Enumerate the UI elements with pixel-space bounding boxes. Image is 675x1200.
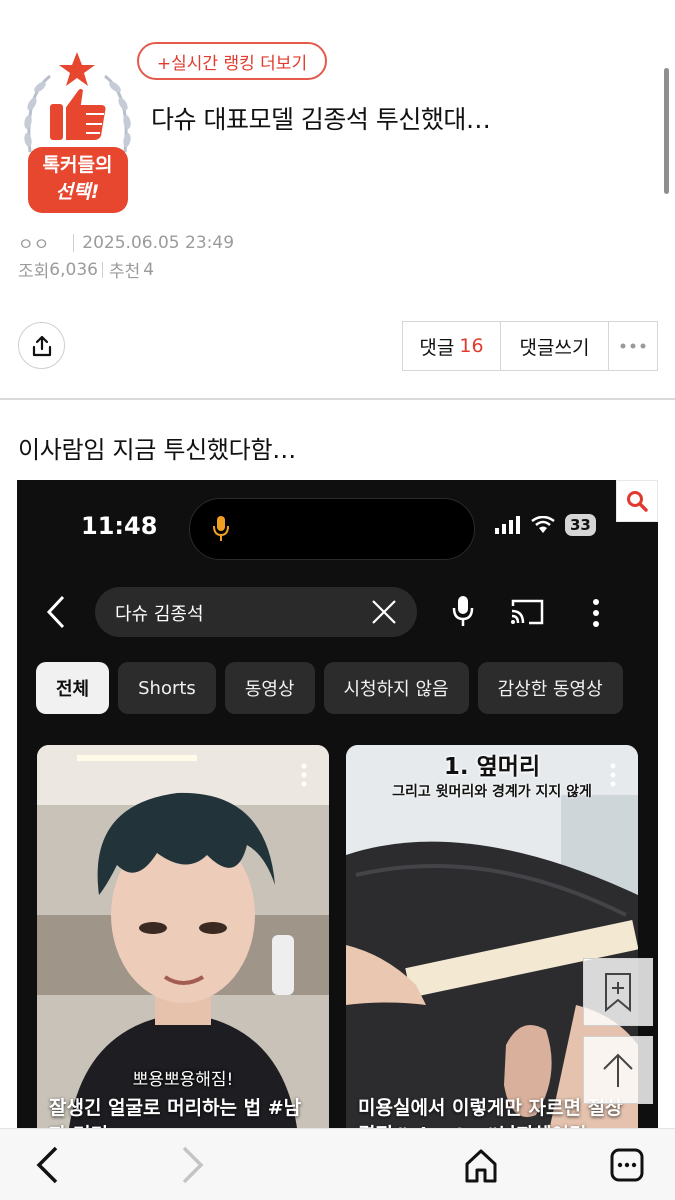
chip-videos: 동영상 xyxy=(224,662,315,714)
post-title: 다슈 대표모델 김종석 투신했대… xyxy=(151,105,491,134)
more-dots-icon xyxy=(620,343,646,349)
badge-line2: 선택! xyxy=(55,181,100,203)
home-icon[interactable] xyxy=(463,1148,499,1184)
back-arrow-icon xyxy=(46,595,65,629)
share-icon xyxy=(32,335,51,356)
comment-count: 16 xyxy=(459,335,484,357)
share-button[interactable] xyxy=(18,322,65,369)
meta-divider xyxy=(101,261,103,278)
voice-search-icon xyxy=(452,596,474,626)
thumbs-up-icon xyxy=(50,86,108,142)
section-divider xyxy=(0,398,675,400)
chip-all: 전체 xyxy=(36,662,110,714)
magnifier-icon xyxy=(627,491,648,512)
dynamic-island xyxy=(189,498,475,560)
signal-icon xyxy=(495,516,520,534)
badge-line1: 톡커들의 xyxy=(42,154,113,176)
kebab-menu-icon xyxy=(301,763,307,787)
search-query: 다슈 김종석 xyxy=(115,604,204,625)
views-label: 조회 xyxy=(18,262,50,282)
post-image[interactable]: 11:48 33 다슈 김종석 전체 Shorts 동영상 시청하지 않음 감상… xyxy=(17,480,658,1128)
chip-shorts: Shorts xyxy=(118,662,216,714)
realtime-ranking-button[interactable]: +실시간 랭킹 더보기 xyxy=(137,42,327,80)
chip-unwatched: 시청하지 않음 xyxy=(323,662,469,714)
video-overlay-caption: 뽀용뽀용해짐! xyxy=(132,1070,234,1090)
chip-watched: 감상한 동영상 xyxy=(477,662,623,714)
youtube-search-field: 다슈 김종석 xyxy=(95,587,417,637)
recommend-label: 추천 xyxy=(108,262,141,282)
more-options-button[interactable] xyxy=(609,322,657,370)
comment-button[interactable]: 댓글 16 xyxy=(403,322,501,370)
forward-icon[interactable] xyxy=(180,1145,206,1185)
bookmark-add-icon xyxy=(605,973,631,1012)
image-zoom-button[interactable] xyxy=(616,480,658,522)
post-actions: 댓글 16 댓글쓰기 xyxy=(402,321,658,371)
tabs-menu-icon[interactable] xyxy=(610,1148,644,1182)
page-scrollbar[interactable] xyxy=(664,68,669,194)
browser-bottom-bar xyxy=(0,1128,675,1200)
views-count: 6,036 xyxy=(49,259,98,280)
microphone-icon xyxy=(213,516,229,541)
clear-icon xyxy=(372,600,396,624)
kebab-menu-icon xyxy=(593,599,599,627)
write-comment-button[interactable]: 댓글쓰기 xyxy=(501,322,609,370)
filter-chips: 전체 Shorts 동영상 시청하지 않음 감상한 동영상 xyxy=(36,662,623,714)
post-meta-author: ㅇㅇ 2025.06.05 23:49 xyxy=(18,230,235,256)
battery-indicator: 33 xyxy=(565,514,596,536)
kebab-menu-icon xyxy=(610,763,616,787)
phone-status-time: 11:48 xyxy=(81,512,158,540)
recommend-count: 4 xyxy=(143,259,155,280)
post-datetime: 2025.06.05 23:49 xyxy=(82,232,235,253)
video-thumbnail: 뽀용뽀용해짐! 잘생긴 얼굴로 머리하는 법 #남자 머리 xyxy=(37,745,329,1128)
video-title: 잘생긴 얼굴로 머리하는 법 #남자 머리 xyxy=(49,1097,302,1128)
wifi-icon xyxy=(531,516,555,533)
phone-status-icons: 33 xyxy=(495,512,596,538)
post-body-text: 이사람임 지금 투신했다함… xyxy=(18,436,296,464)
arrow-up-icon xyxy=(603,1053,633,1087)
meta-divider xyxy=(73,233,75,252)
back-icon[interactable] xyxy=(34,1145,60,1185)
talker-choice-badge: 톡커들의 선택! xyxy=(20,52,135,217)
post-meta-stats: 조회 6,036 추천 4 xyxy=(18,257,155,283)
video-heading: 1. 옆머리 xyxy=(443,754,541,780)
bookmark-button[interactable] xyxy=(583,958,653,1026)
video-subheading: 그리고 윗머리와 경계가 지지 않게 xyxy=(392,784,592,800)
comment-label: 댓글 xyxy=(419,336,455,359)
author-name[interactable]: ㅇㅇ xyxy=(18,230,49,255)
scroll-top-button[interactable] xyxy=(583,1036,653,1104)
cast-icon xyxy=(511,599,544,625)
